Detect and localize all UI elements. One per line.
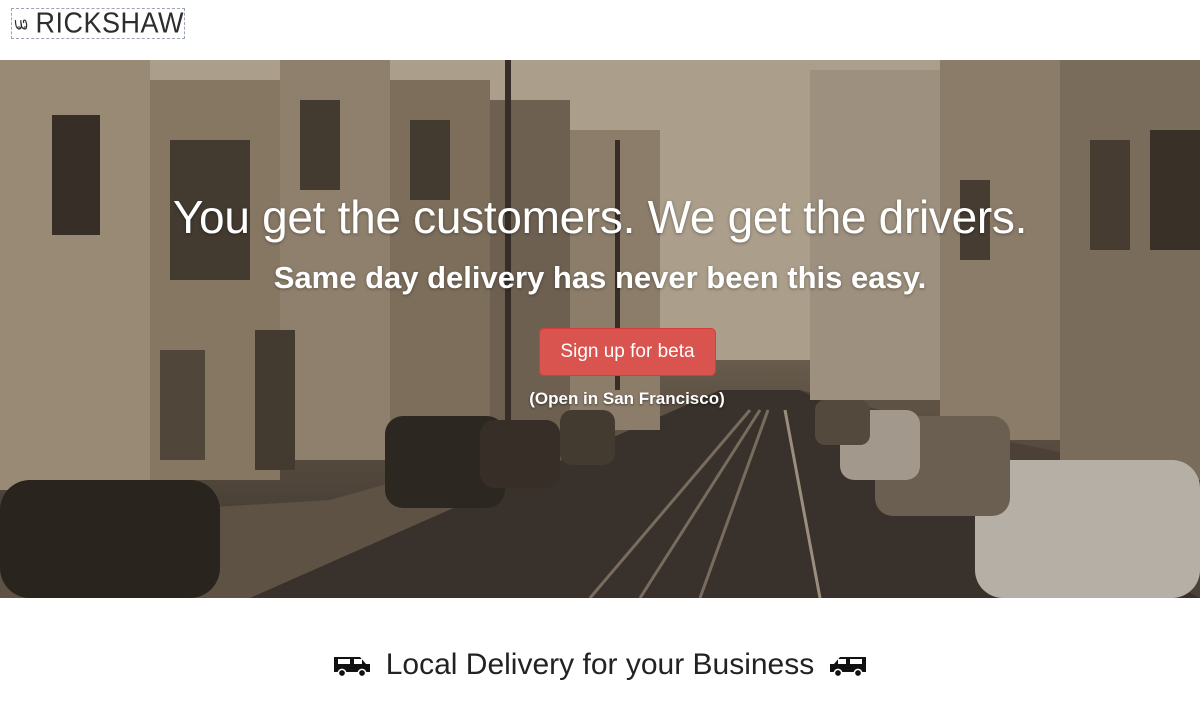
delivery-van-icon	[830, 657, 867, 677]
hero-headline: You get the customers. We get the driver…	[172, 191, 1028, 243]
availability-note: (Open in San Francisco)	[529, 389, 725, 408]
rickshaw-logo[interactable]: RICKSHAW	[11, 7, 185, 39]
hero-banner: You get the customers. We get the driver…	[0, 60, 1200, 598]
logo-text: RICKSHAW	[35, 7, 184, 39]
section-title: Local Delivery for your Business	[385, 648, 815, 681]
rickshaw-logo-icon	[14, 18, 28, 29]
delivery-van-icon	[333, 657, 370, 677]
top-bar: RICKSHAW	[0, 0, 1200, 60]
local-delivery-section-heading: Local Delivery for your Business	[0, 640, 1200, 690]
sign-up-beta-button[interactable]: Sign up for beta	[539, 328, 716, 376]
hero-subheadline: Same day delivery has never been this ea…	[273, 260, 927, 295]
